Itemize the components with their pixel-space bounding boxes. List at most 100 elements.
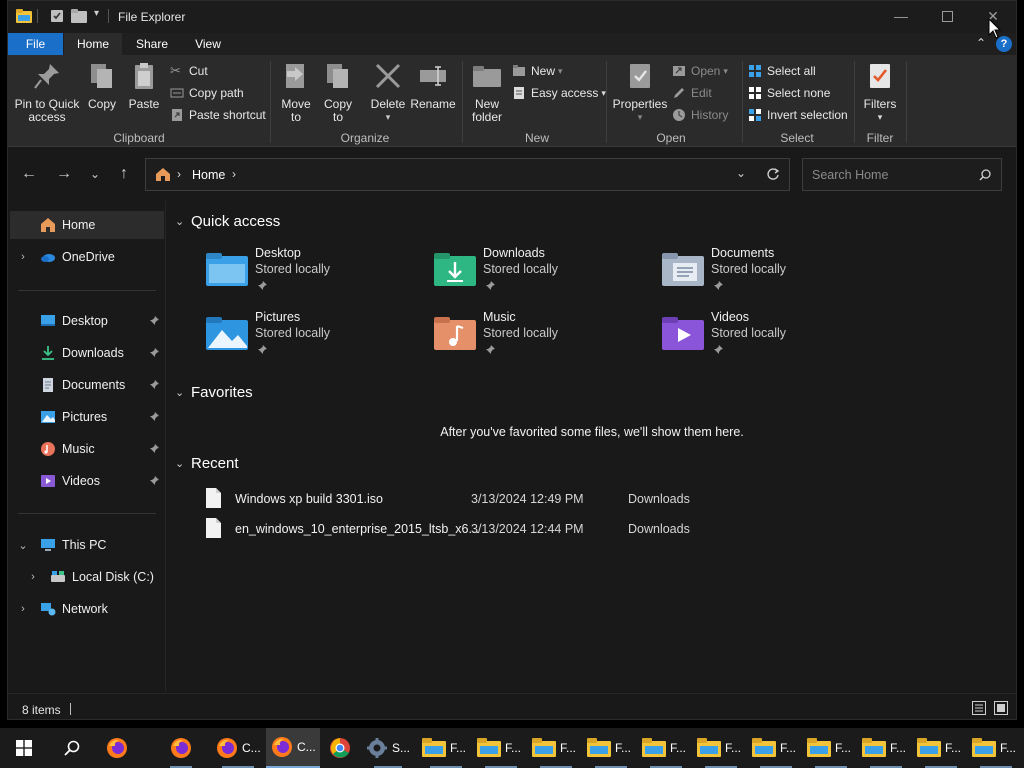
- nav-item-home[interactable]: Home: [10, 211, 164, 239]
- pin-icon[interactable]: [148, 379, 160, 391]
- start-button[interactable]: [10, 728, 38, 768]
- recent-file-row[interactable]: en_windows_10_enterprise_2015_ltsb_x6...…: [203, 516, 803, 542]
- breadcrumb-home[interactable]: Home: [192, 168, 225, 182]
- taskbar-file-explorer-window[interactable]: F...: [695, 728, 747, 768]
- taskbar-chrome[interactable]: [326, 728, 354, 768]
- taskbar-file-explorer-window[interactable]: F...: [585, 728, 637, 768]
- title-bar[interactable]: ▾ File Explorer — ✕: [8, 1, 1016, 33]
- paste-button[interactable]: Paste: [124, 61, 164, 111]
- pin-icon[interactable]: [148, 443, 160, 455]
- quick-access-header[interactable]: ⌄ Quick access: [175, 213, 280, 230]
- move-to-button[interactable]: Move to: [276, 61, 316, 124]
- delete-button[interactable]: Delete ▾: [368, 61, 408, 124]
- search-box[interactable]: Search Home: [802, 158, 1002, 191]
- select-none-button[interactable]: Select none: [748, 83, 830, 103]
- recent-file-row[interactable]: Windows xp build 3301.iso 3/13/2024 12:4…: [203, 486, 803, 512]
- qat-dropdown-icon[interactable]: ▾: [94, 8, 99, 19]
- nav-item-network[interactable]: › Network: [10, 595, 164, 623]
- large-icons-view-icon[interactable]: [994, 701, 1008, 715]
- taskbar-file-explorer-window[interactable]: F...: [970, 728, 1022, 768]
- tile-videos[interactable]: Videos Stored locally: [661, 310, 881, 366]
- address-bar[interactable]: › Home › ⌄: [145, 158, 790, 191]
- copy-path-button[interactable]: Copy path: [170, 83, 244, 103]
- collapse-ribbon-icon[interactable]: ⌃: [976, 36, 986, 50]
- invert-selection-button[interactable]: Invert selection: [748, 105, 848, 125]
- breadcrumb-expand-icon[interactable]: ›: [232, 167, 236, 181]
- nav-item-documents[interactable]: Documents: [10, 371, 164, 399]
- address-history-dropdown-icon[interactable]: ⌄: [736, 166, 746, 180]
- new-item-button[interactable]: New ▾: [512, 61, 563, 81]
- pin-icon[interactable]: [148, 475, 160, 487]
- taskbar-file-explorer-window[interactable]: F...: [640, 728, 692, 768]
- nav-item-this-pc[interactable]: ⌄ This PC: [10, 531, 164, 559]
- tile-desktop[interactable]: Desktop Stored locally: [205, 246, 425, 302]
- tab-view[interactable]: View: [181, 33, 235, 55]
- chevron-right-icon[interactable]: ›: [16, 603, 30, 615]
- refresh-icon[interactable]: [766, 167, 780, 181]
- chevron-down-icon[interactable]: ⌄: [16, 539, 30, 552]
- taskbar-file-explorer-window[interactable]: F...: [915, 728, 967, 768]
- paste-shortcut-button[interactable]: Paste shortcut: [170, 105, 266, 125]
- taskbar-firefox-2[interactable]: [160, 728, 202, 768]
- up-button[interactable]: ↑: [113, 163, 135, 185]
- chevron-right-icon[interactable]: ›: [16, 251, 30, 263]
- recent-locations-button[interactable]: ⌄: [84, 163, 106, 185]
- taskbar-firefox-window-1[interactable]: C...: [212, 728, 264, 768]
- back-button[interactable]: ←: [18, 163, 40, 185]
- taskbar-file-explorer-window[interactable]: F...: [750, 728, 802, 768]
- history-button[interactable]: History: [672, 105, 728, 125]
- tile-music[interactable]: Music Stored locally: [433, 310, 653, 366]
- copy-to-button[interactable]: Copy to: [318, 61, 358, 124]
- new-folder-button[interactable]: New folder: [466, 61, 508, 124]
- edit-button[interactable]: Edit: [672, 83, 712, 103]
- taskbar-file-explorer-window[interactable]: F...: [860, 728, 912, 768]
- taskbar-file-explorer-window[interactable]: F...: [420, 728, 472, 768]
- properties-button[interactable]: Properties ▾: [610, 61, 670, 124]
- tab-home[interactable]: Home: [64, 33, 122, 55]
- taskbar-file-explorer-window[interactable]: F...: [805, 728, 857, 768]
- nav-item-downloads[interactable]: Downloads: [10, 339, 164, 367]
- minimize-button[interactable]: —: [878, 1, 924, 31]
- nav-item-onedrive[interactable]: › OneDrive: [10, 243, 164, 271]
- pin-to-quick-access-button[interactable]: Pin to Quick access: [12, 61, 82, 124]
- cut-button[interactable]: ✂ Cut: [170, 61, 208, 81]
- easy-access-button[interactable]: Easy access ▾: [512, 83, 606, 103]
- forward-button[interactable]: →: [53, 163, 75, 185]
- tile-documents[interactable]: Documents Stored locally: [661, 246, 881, 302]
- paste-icon: [135, 63, 153, 89]
- nav-item-desktop[interactable]: Desktop: [10, 307, 164, 335]
- properties-qat-icon[interactable]: [50, 9, 64, 23]
- file-explorer-folder-icon: [477, 738, 501, 757]
- details-view-icon[interactable]: [972, 701, 986, 715]
- tile-downloads[interactable]: Downloads Stored locally: [433, 246, 653, 302]
- recent-header[interactable]: ⌄ Recent: [175, 455, 239, 472]
- copy-button[interactable]: Copy: [84, 61, 120, 111]
- nav-item-music[interactable]: Music: [10, 435, 164, 463]
- tab-file[interactable]: File: [8, 33, 63, 55]
- taskbar-file-explorer-window[interactable]: F...: [475, 728, 527, 768]
- nav-item-videos[interactable]: Videos: [10, 467, 164, 495]
- favorites-header[interactable]: ⌄ Favorites: [175, 384, 253, 401]
- taskbar-file-explorer-window[interactable]: F...: [530, 728, 582, 768]
- nav-item-pictures[interactable]: Pictures: [10, 403, 164, 431]
- pin-icon[interactable]: [148, 347, 160, 359]
- tile-pictures[interactable]: Pictures Stored locally: [205, 310, 425, 366]
- pin-icon[interactable]: [148, 411, 160, 423]
- new-folder-qat-icon[interactable]: [71, 9, 87, 23]
- chevron-right-icon[interactable]: ›: [26, 571, 40, 583]
- nav-label: Documents: [62, 378, 126, 392]
- taskbar-settings[interactable]: S...: [364, 728, 412, 768]
- open-button[interactable]: Open ▾: [672, 61, 728, 81]
- filters-button[interactable]: Filters ▾: [858, 61, 902, 124]
- maximize-button[interactable]: [924, 1, 970, 31]
- taskbar-search-button[interactable]: [58, 728, 86, 768]
- rename-button[interactable]: Rename: [410, 61, 456, 111]
- nav-item-local-disk[interactable]: › Local Disk (C:): [10, 563, 164, 591]
- search-icon[interactable]: [979, 169, 991, 181]
- pin-icon[interactable]: [148, 315, 160, 327]
- taskbar-firefox[interactable]: [104, 728, 130, 768]
- videos-icon: [41, 475, 55, 487]
- taskbar-firefox-window-2[interactable]: C...: [266, 728, 320, 768]
- select-all-button[interactable]: Select all: [748, 61, 816, 81]
- tab-share[interactable]: Share: [125, 33, 179, 55]
